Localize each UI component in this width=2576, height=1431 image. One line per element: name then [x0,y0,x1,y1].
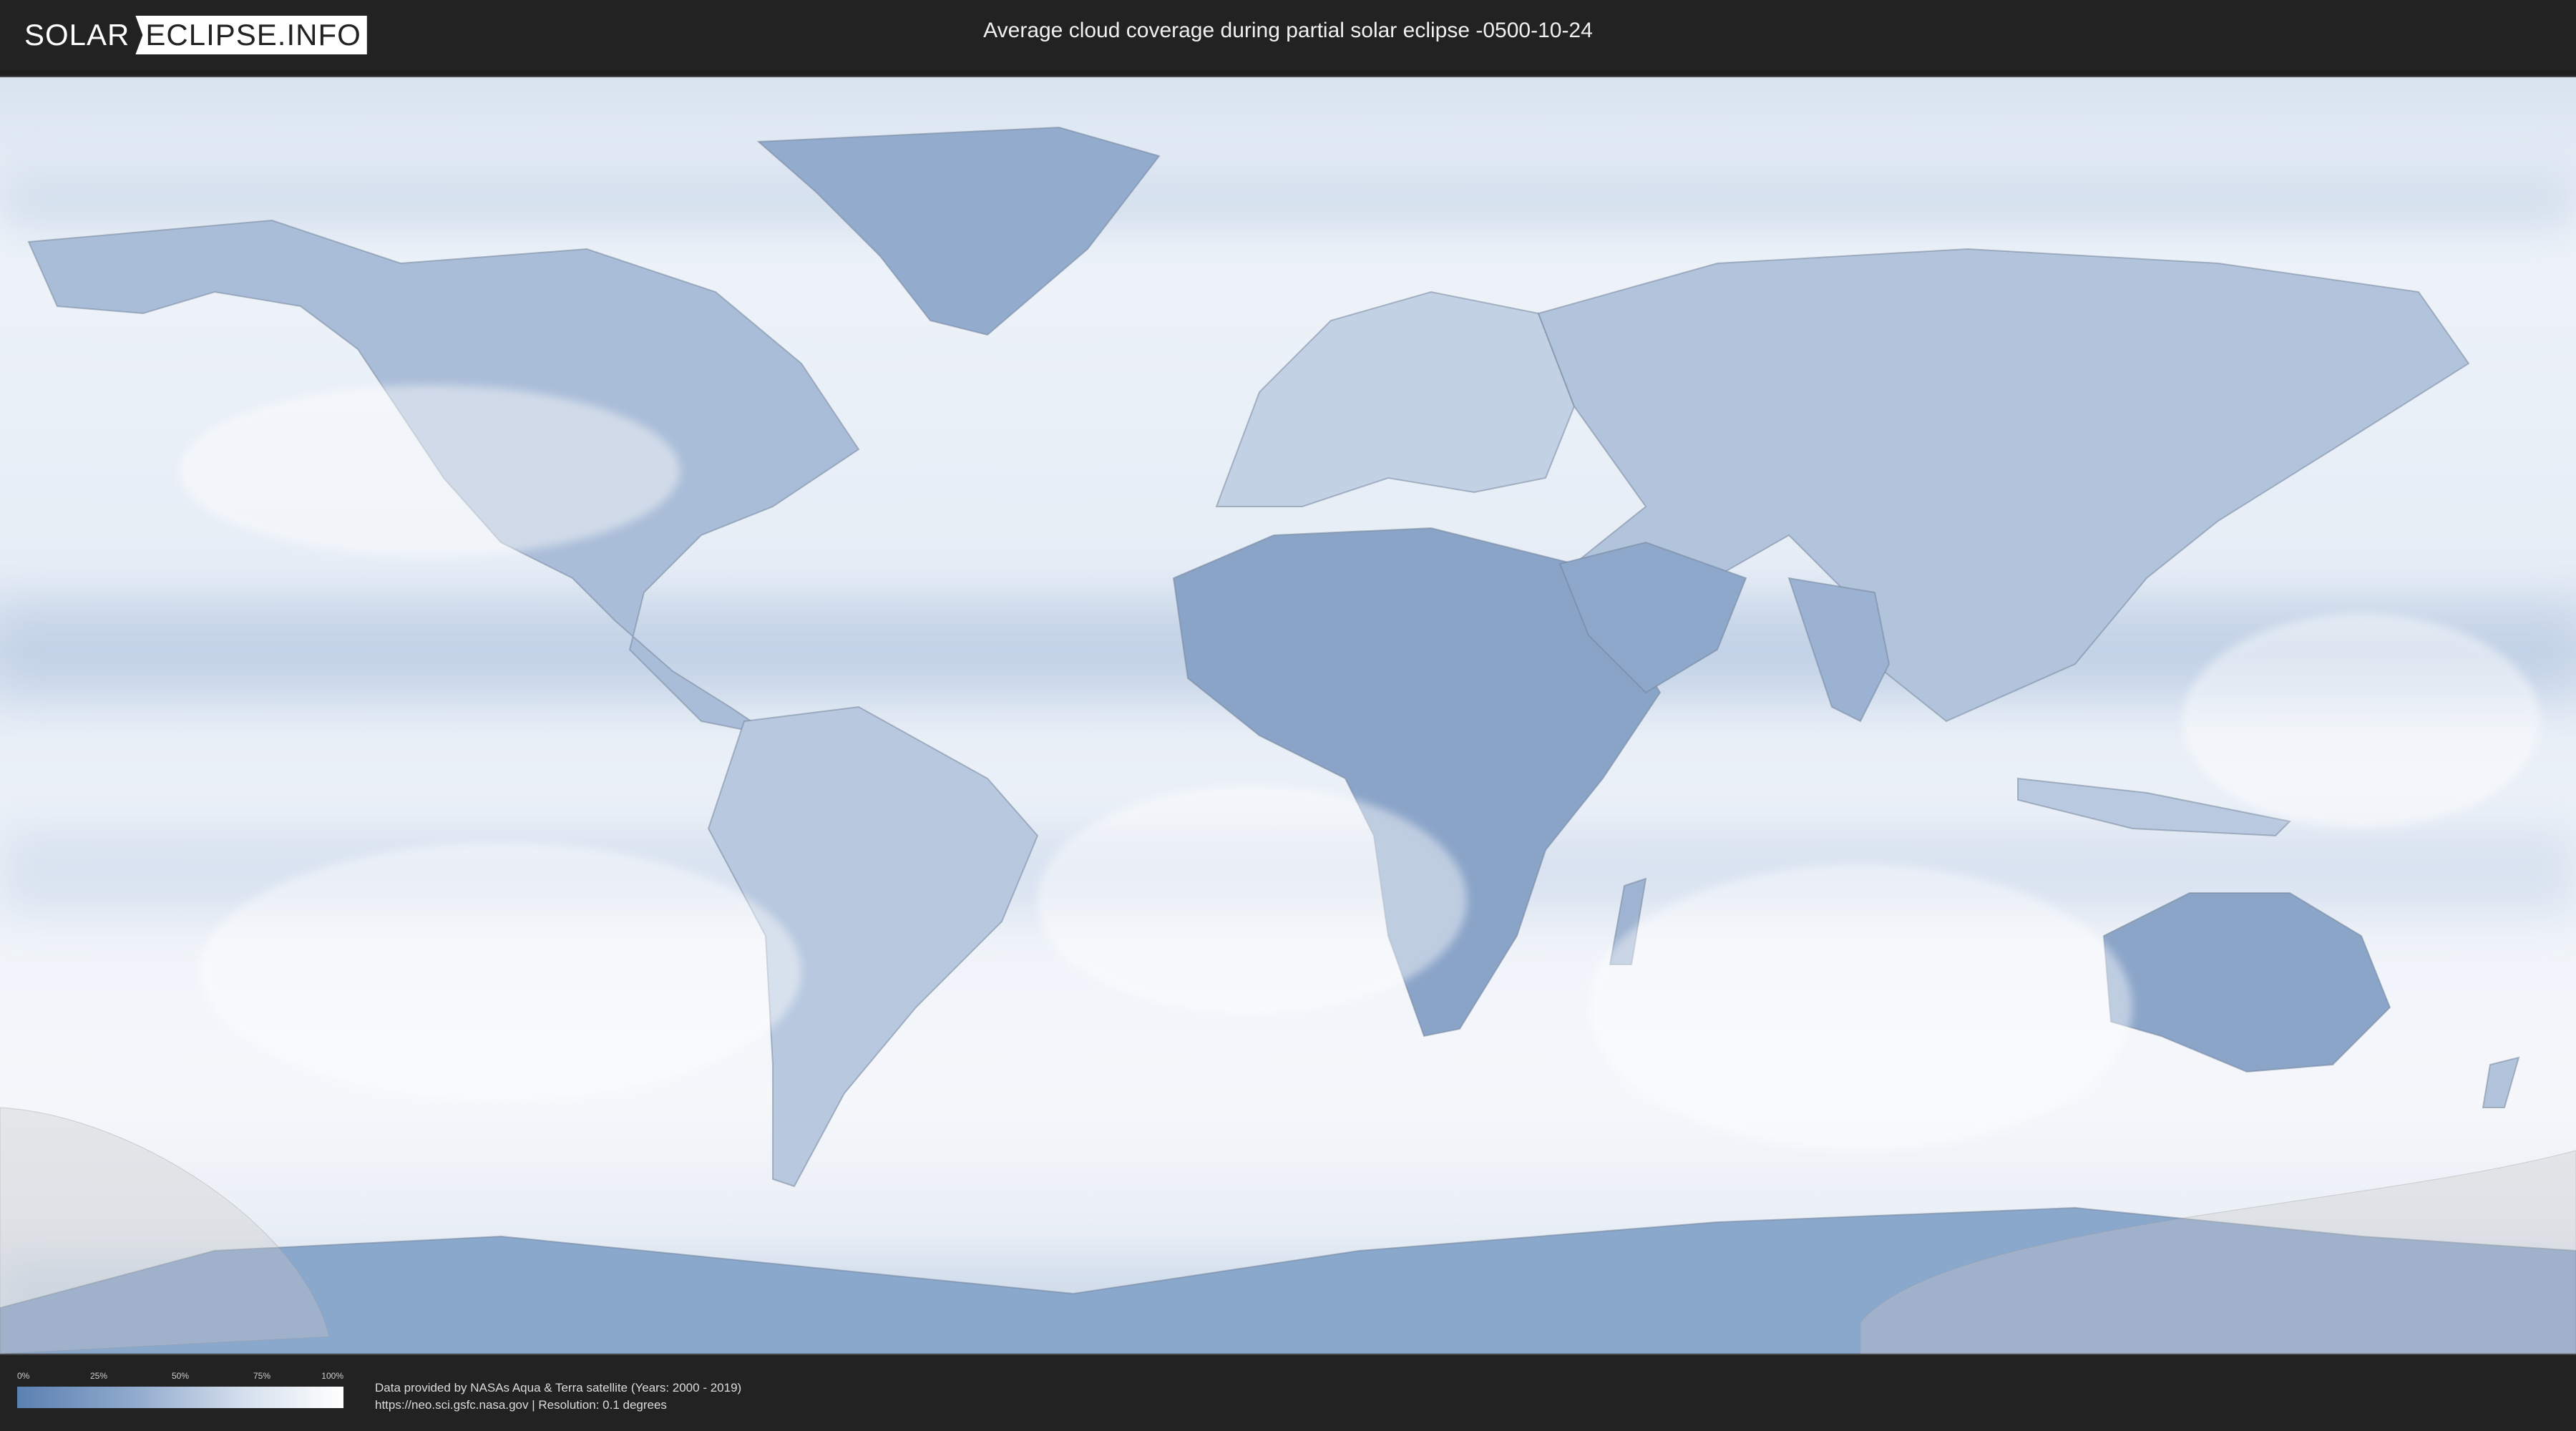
footer-bar: 0% 25% 50% 75% 100% Data provided by NAS… [0,1357,2576,1431]
legend-tick-50: 50% [171,1371,190,1381]
page-title: Average cloud coverage during partial so… [983,19,1593,42]
cloud-coverage-legend: 0% 25% 50% 75% 100% [17,1371,343,1408]
cloud-coverage-map[interactable] [0,76,2576,1355]
legend-tick-100: 100% [321,1371,343,1381]
world-map-svg [0,77,2576,1354]
legend-color-bar [17,1387,343,1408]
credits-url[interactable]: https://neo.sci.gsfc.nasa.gov | Resoluti… [375,1397,741,1414]
credits-source: Data provided by NASAs Aqua & Terra sate… [375,1381,742,1395]
header-bar: SOLAR ECLIPSE.INFO Average cloud coverag… [0,0,2576,70]
legend-tick-0: 0% [17,1371,30,1381]
data-credits: Data provided by NASAs Aqua & Terra sate… [375,1379,741,1414]
legend-tick-75: 75% [253,1371,271,1381]
legend-tick-25: 25% [89,1371,108,1381]
legend-ticks: 0% 25% 50% 75% 100% [17,1371,343,1384]
